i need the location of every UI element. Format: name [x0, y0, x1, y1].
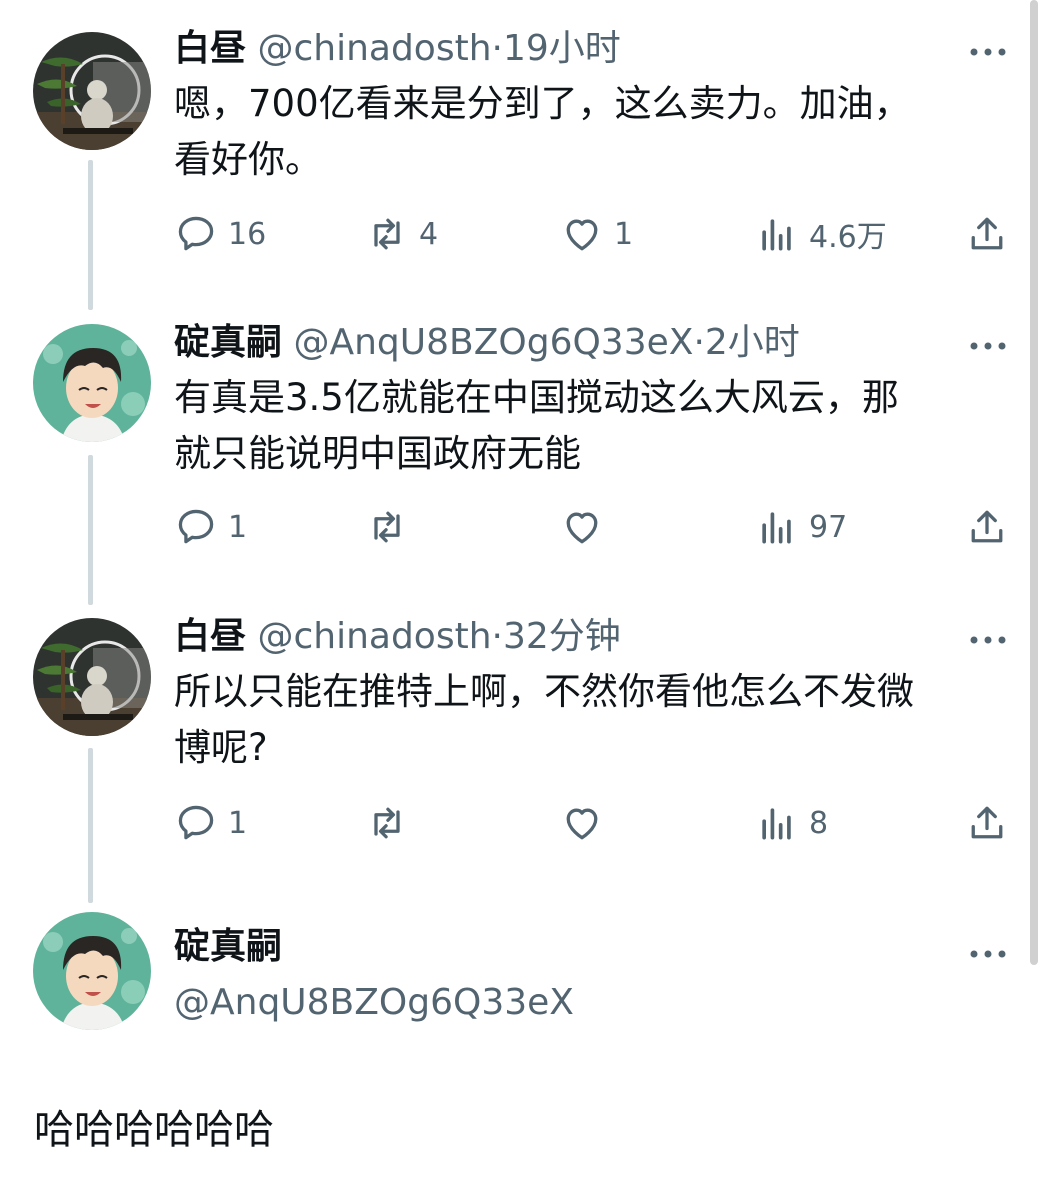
reply-button[interactable]: 1 — [174, 798, 247, 848]
author-name[interactable]: 白昼 — [174, 616, 246, 657]
timestamp[interactable]: 19小时 — [503, 28, 621, 69]
retweet-icon — [374, 511, 400, 543]
reply-icon — [178, 805, 214, 840]
more-icon[interactable] — [970, 630, 1006, 644]
avatar[interactable] — [33, 618, 151, 736]
composer-header: 碇真嗣 @AnqU8BZOg6Q33eX — [174, 924, 574, 1026]
reply-icon — [178, 509, 214, 544]
more-icon[interactable] — [970, 944, 1006, 958]
action-bar: 1 8 — [0, 798, 1044, 848]
author-handle[interactable]: @AnqU8BZOg6Q33eX — [174, 980, 574, 1026]
timestamp[interactable]: 32分钟 — [503, 616, 621, 657]
timestamp[interactable]: 2小时 — [705, 322, 800, 363]
more-icon[interactable] — [970, 42, 1006, 56]
like-count: 1 — [614, 216, 634, 252]
retweet-count: 4 — [419, 216, 439, 252]
tweet[interactable]: 碇真嗣 @AnqU8BZOg6Q33eX·2小时 有真是3.5亿就能在中国搅动这… — [0, 318, 1044, 578]
tweet[interactable]: 白昼 @chinadosth·19小时 嗯，700亿看来是分到了，这么卖力。加油… — [0, 24, 1044, 284]
tweet-text-line: 所以只能在推特上啊，不然你看他怎么不发微 — [174, 670, 914, 713]
reply-count: 16 — [228, 216, 267, 252]
retweet-icon — [374, 218, 400, 250]
like-button[interactable]: 1 — [560, 209, 633, 259]
retweet-button[interactable] — [365, 798, 419, 848]
tweet-text: 嗯，700亿看来是分到了，这么卖力。加油， 看好你。 — [174, 76, 994, 188]
share-button[interactable] — [965, 209, 1009, 259]
author-handle[interactable]: @chinadosth — [257, 616, 491, 657]
separator-dot: · — [693, 322, 705, 363]
views-icon — [762, 512, 791, 544]
reply-count: 1 — [228, 509, 248, 545]
tweet-text: 有真是3.5亿就能在中国搅动这么大风云，那 就只能说明中国政府无能 — [174, 370, 994, 482]
like-button[interactable] — [560, 502, 614, 552]
avatar[interactable] — [33, 912, 151, 1030]
tweet-text: 所以只能在推特上啊，不然你看他怎么不发微 博呢? — [174, 664, 994, 776]
scrollbar[interactable] — [1030, 0, 1038, 965]
author-name[interactable]: 白昼 — [174, 28, 246, 69]
separator-dot: · — [491, 616, 503, 657]
like-icon — [566, 808, 598, 840]
tweet-header: 碇真嗣 @AnqU8BZOg6Q33eX·2小时 — [174, 320, 800, 366]
action-bar: 16 4 1 4.6万 — [0, 209, 1044, 259]
views-count: 4.6万 — [809, 220, 887, 255]
tweet-text-line: 就只能说明中国政府无能 — [174, 432, 581, 475]
avatar[interactable] — [33, 324, 151, 442]
tweet-text-line: 博呢? — [174, 726, 268, 769]
reply-button[interactable]: 1 — [174, 502, 247, 552]
share-button[interactable] — [965, 798, 1009, 848]
views-button[interactable]: 8 — [755, 798, 828, 848]
action-bar: 1 97 — [0, 502, 1044, 552]
retweet-button[interactable]: 4 — [365, 209, 438, 259]
tweet-header: 白昼 @chinadosth·19小时 — [174, 26, 621, 72]
tweet-text-line: 看好你。 — [174, 138, 322, 181]
author-name[interactable]: 碇真嗣 — [174, 924, 574, 970]
avatar[interactable] — [33, 32, 151, 150]
like-icon — [566, 512, 598, 544]
tweet-text-line: 嗯，700亿看来是分到了，这么卖力。加油， — [174, 82, 911, 125]
views-button[interactable]: 97 — [755, 502, 847, 552]
views-count: 8 — [809, 805, 829, 841]
share-icon — [971, 217, 1003, 250]
tweet-header: 白昼 @chinadosth·32分钟 — [174, 614, 621, 660]
separator-dot: · — [491, 28, 503, 69]
reply-button[interactable]: 16 — [174, 209, 266, 259]
tweet[interactable]: 白昼 @chinadosth·32分钟 所以只能在推特上啊，不然你看他怎么不发微… — [0, 612, 1044, 872]
reply-text: 哈哈哈哈哈哈 — [34, 1107, 274, 1153]
reply-icon — [178, 216, 214, 251]
views-count: 97 — [809, 509, 848, 545]
views-icon — [762, 219, 791, 251]
like-button[interactable] — [560, 798, 614, 848]
author-handle[interactable]: @chinadosth — [257, 28, 491, 69]
share-button[interactable] — [965, 502, 1009, 552]
reply-composer[interactable]: 碇真嗣 @AnqU8BZOg6Q33eX — [0, 906, 1044, 1046]
tweet-text-line: 有真是3.5亿就能在中国搅动这么大风云，那 — [174, 376, 899, 419]
views-icon — [762, 808, 791, 840]
reply-count: 1 — [228, 805, 248, 841]
like-icon — [566, 219, 598, 251]
views-button[interactable]: 4.6万 — [755, 209, 887, 259]
retweet-icon — [374, 807, 400, 839]
retweet-button[interactable] — [365, 502, 419, 552]
author-name[interactable]: 碇真嗣 — [174, 322, 282, 363]
share-icon — [971, 510, 1003, 543]
author-handle[interactable]: @AnqU8BZOg6Q33eX — [293, 322, 693, 363]
share-icon — [971, 806, 1003, 839]
more-icon[interactable] — [970, 336, 1006, 350]
